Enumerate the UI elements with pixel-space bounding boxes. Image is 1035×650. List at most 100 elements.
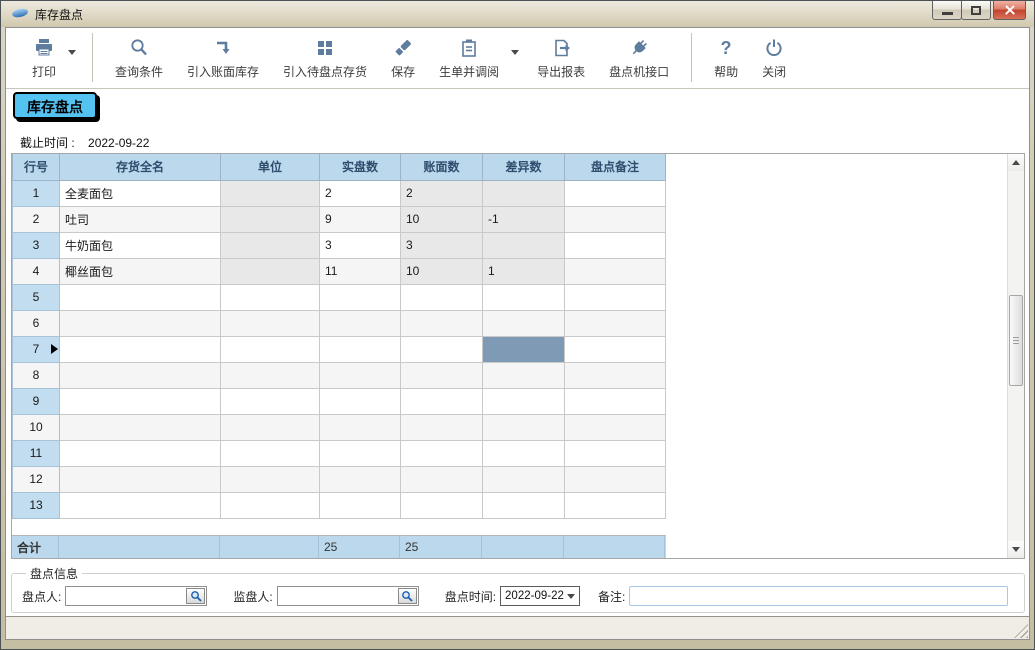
cell-diff[interactable] <box>483 414 565 440</box>
cell-diff[interactable] <box>483 284 565 310</box>
row-number-cell[interactable]: 5 <box>13 284 60 310</box>
cell-actual[interactable] <box>320 362 401 388</box>
cell-name[interactable] <box>60 466 221 492</box>
row-number-cell[interactable]: 12 <box>13 466 60 492</box>
cell-diff[interactable] <box>483 388 565 414</box>
cell-unit[interactable] <box>221 466 320 492</box>
cell-unit[interactable] <box>221 180 320 206</box>
row-number-cell[interactable]: 10 <box>13 414 60 440</box>
cell-unit[interactable] <box>221 206 320 232</box>
cell-name[interactable] <box>60 310 221 336</box>
cell-diff[interactable] <box>483 336 565 362</box>
cell-diff[interactable] <box>483 492 565 518</box>
cell-name[interactable] <box>60 440 221 466</box>
toolbar-button-close[interactable]: 关闭 <box>750 28 798 88</box>
column-header-actual[interactable]: 实盘数 <box>320 154 401 180</box>
cell-actual[interactable] <box>320 414 401 440</box>
row-number-cell[interactable]: 2 <box>13 206 60 232</box>
cell-diff[interactable]: 1 <box>483 258 565 284</box>
minimize-button[interactable] <box>932 1 962 20</box>
toolbar-button-import-book-inventory[interactable]: 引入账面库存 <box>175 28 271 88</box>
vertical-scrollbar[interactable] <box>1007 154 1024 558</box>
cell-diff[interactable] <box>483 180 565 206</box>
cell-unit[interactable] <box>221 336 320 362</box>
cell-name[interactable]: 全麦面包 <box>60 180 221 206</box>
cell-unit[interactable] <box>221 492 320 518</box>
cell-name[interactable] <box>60 388 221 414</box>
resize-grip[interactable] <box>1014 624 1028 638</box>
cell-unit[interactable] <box>221 284 320 310</box>
toolbar-button-export-report[interactable]: 导出报表 <box>525 28 597 88</box>
cell-book[interactable] <box>401 466 483 492</box>
cell-unit[interactable] <box>221 414 320 440</box>
cell-diff[interactable] <box>483 310 565 336</box>
row-number-cell[interactable]: 8 <box>13 362 60 388</box>
toolbar-button-help[interactable]: ?帮助 <box>702 28 750 88</box>
cell-actual[interactable] <box>320 310 401 336</box>
cell-diff[interactable] <box>483 466 565 492</box>
cell-name[interactable] <box>60 336 221 362</box>
cell-name[interactable]: 吐司 <box>60 206 221 232</box>
cell-unit[interactable] <box>221 310 320 336</box>
row-number-cell[interactable]: 7 <box>13 336 60 362</box>
column-header-row_no[interactable]: 行号 <box>13 154 60 180</box>
column-header-name[interactable]: 存货全名 <box>60 154 221 180</box>
cell-actual[interactable] <box>320 492 401 518</box>
cell-diff[interactable] <box>483 232 565 258</box>
cell-actual[interactable] <box>320 284 401 310</box>
row-number-cell[interactable]: 1 <box>13 180 60 206</box>
cell-note[interactable] <box>565 388 666 414</box>
cell-actual[interactable] <box>320 466 401 492</box>
cell-note[interactable] <box>565 492 666 518</box>
cell-name[interactable]: 牛奶面包 <box>60 232 221 258</box>
cell-diff[interactable] <box>483 362 565 388</box>
cell-note[interactable] <box>565 310 666 336</box>
cell-book[interactable] <box>401 310 483 336</box>
cell-note[interactable] <box>565 206 666 232</box>
cell-book[interactable] <box>401 492 483 518</box>
column-header-note[interactable]: 盘点备注 <box>565 154 666 180</box>
row-number-cell[interactable]: 11 <box>13 440 60 466</box>
cell-book[interactable] <box>401 388 483 414</box>
stocktake-date-combobox[interactable]: 2022-09-22 <box>500 586 580 606</box>
supervisor-lookup-button[interactable] <box>398 588 417 604</box>
cell-name[interactable] <box>60 492 221 518</box>
cell-actual[interactable] <box>320 440 401 466</box>
cell-book[interactable]: 10 <box>401 258 483 284</box>
cell-actual[interactable]: 9 <box>320 206 401 232</box>
cell-note[interactable] <box>565 362 666 388</box>
cell-note[interactable] <box>565 466 666 492</box>
toolbar-button-print[interactable]: 打印 <box>20 28 68 88</box>
cell-book[interactable] <box>401 362 483 388</box>
cell-actual[interactable] <box>320 336 401 362</box>
tab-stocktake[interactable]: 库存盘点 <box>13 92 97 119</box>
dropdown-arrow-icon[interactable] <box>511 28 525 88</box>
cell-diff[interactable]: -1 <box>483 206 565 232</box>
cell-book[interactable]: 10 <box>401 206 483 232</box>
scrollbar-thumb[interactable] <box>1009 295 1023 386</box>
note-input[interactable] <box>629 586 1008 606</box>
cell-unit[interactable] <box>221 388 320 414</box>
cell-book[interactable]: 3 <box>401 232 483 258</box>
column-header-book[interactable]: 账面数 <box>401 154 483 180</box>
cell-actual[interactable]: 3 <box>320 232 401 258</box>
row-number-cell[interactable]: 6 <box>13 310 60 336</box>
cell-book[interactable]: 2 <box>401 180 483 206</box>
cell-name[interactable] <box>60 284 221 310</box>
toolbar-button-save[interactable]: 保存 <box>379 28 427 88</box>
cell-note[interactable] <box>565 258 666 284</box>
row-number-cell[interactable]: 4 <box>13 258 60 284</box>
toolbar-button-create-and-view-doc[interactable]: 生单并调阅 <box>427 28 511 88</box>
supervisor-input[interactable] <box>278 587 396 605</box>
column-header-diff[interactable]: 差异数 <box>483 154 565 180</box>
scroll-up-button[interactable] <box>1008 154 1024 171</box>
toolbar-button-import-pending-stock[interactable]: 引入待盘点存货 <box>271 28 379 88</box>
cell-unit[interactable] <box>221 362 320 388</box>
scroll-down-button[interactable] <box>1008 541 1024 558</box>
taker-lookup-button[interactable] <box>186 588 205 604</box>
cell-note[interactable] <box>565 180 666 206</box>
dropdown-arrow-icon[interactable] <box>68 28 82 88</box>
cell-note[interactable] <box>565 284 666 310</box>
cell-actual[interactable]: 11 <box>320 258 401 284</box>
cell-name[interactable]: 椰丝面包 <box>60 258 221 284</box>
